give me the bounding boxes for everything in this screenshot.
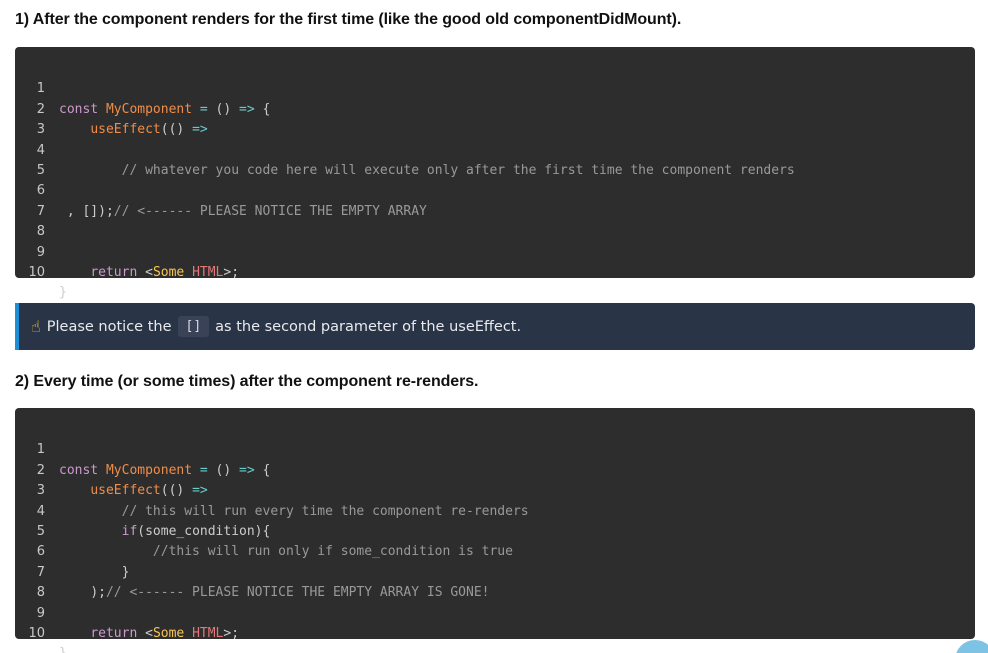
code-punct: >; bbox=[223, 264, 240, 280]
floating-action-button[interactable] bbox=[955, 640, 988, 653]
code-line: 7 bbox=[15, 181, 975, 219]
section-heading-2: 2) Every time (or some times) after the … bbox=[15, 373, 479, 390]
pointing-up-hand-icon: ☝ bbox=[31, 317, 41, 336]
code-line: 4 if(some_condition){ bbox=[15, 481, 975, 539]
code-tag-name: Some bbox=[152, 625, 185, 641]
line-number: 10 bbox=[28, 625, 45, 641]
code-punct: } bbox=[59, 646, 67, 653]
code-punct: >; bbox=[223, 625, 240, 641]
code-line: 2 useEffect(() => bbox=[15, 440, 975, 498]
code-keyword: return bbox=[90, 264, 138, 280]
code-line: 4 // whatever you code here will execute… bbox=[15, 120, 975, 178]
code-line: 3 // this will run every time the compon… bbox=[15, 461, 975, 518]
code-line: 5 //this will run only if some_condition… bbox=[15, 502, 975, 559]
code-tag-attr: HTML bbox=[192, 264, 224, 280]
code-line: 6 , []);// <------ PLEASE NOTICE THE EMP… bbox=[15, 161, 975, 218]
notice-callout: ☝ Please notice the [] as the second par… bbox=[15, 303, 975, 350]
code-punct: < bbox=[145, 264, 153, 280]
notice-text-before: Please notice the bbox=[46, 318, 172, 335]
code-punct: } bbox=[59, 285, 67, 301]
code-line: 2 useEffect(() => bbox=[15, 79, 975, 137]
code-line: 10 } bbox=[15, 604, 975, 653]
code-block-1: 1 const MyComponent = () => { 2 useEffec… bbox=[15, 47, 975, 300]
line-number: 10 bbox=[28, 264, 45, 280]
code-line: 5 bbox=[15, 141, 975, 178]
code-line: 6 } bbox=[15, 522, 975, 579]
code-line: 9 return <Some HTML>; bbox=[15, 222, 975, 280]
code-line: 8 bbox=[15, 563, 975, 600]
code-line: 7 );// <------ PLEASE NOTICE THE EMPTY A… bbox=[15, 542, 975, 600]
code-line: 10 } bbox=[15, 243, 975, 300]
notice-text-after: as the second parameter of the useEffect… bbox=[215, 318, 522, 335]
code-line: 9 return <Some HTML>; bbox=[15, 583, 975, 641]
code-block-2: 1 const MyComponent = () => { 2 useEffec… bbox=[15, 408, 975, 653]
code-line: 3 bbox=[15, 100, 975, 137]
code-line: 1 const MyComponent = () => { bbox=[15, 59, 975, 116]
code-keyword: return bbox=[90, 625, 138, 641]
code-line: 8 bbox=[15, 202, 975, 239]
notice-inline-code: [] bbox=[177, 316, 210, 337]
code-line: 1 const MyComponent = () => { bbox=[15, 420, 975, 477]
code-tag-name: Some bbox=[152, 264, 185, 280]
code-tag-attr: HTML bbox=[192, 625, 224, 641]
section-heading-1: 1) After the component renders for the f… bbox=[15, 11, 682, 28]
code-punct: < bbox=[145, 625, 153, 641]
